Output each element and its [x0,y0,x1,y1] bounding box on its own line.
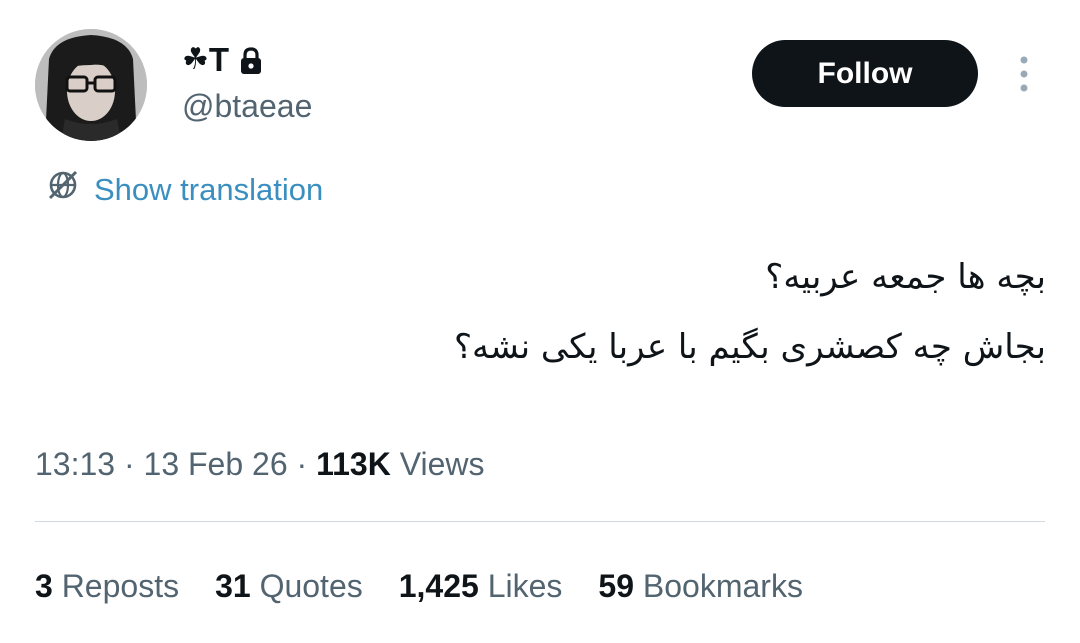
reposts-stat[interactable]: 3 Reposts [35,566,179,606]
tweet-date[interactable]: 13 Feb 26 [144,446,288,482]
globe-slash-icon [46,168,80,212]
likes-label: Likes [478,568,563,604]
views-count: 113K [316,446,391,482]
show-translation-label[interactable]: Show translation [94,170,323,210]
tweet-meta: 13:13 · 13 Feb 26 · 113K Views [35,444,484,484]
quotes-stat[interactable]: 31 Quotes [215,566,363,606]
display-name[interactable]: T [209,40,229,80]
tweet-line: بچه ها جمعه عربیه؟ [765,257,1046,297]
likes-stat[interactable]: 1,425 Likes [399,566,563,606]
tweet-text: بچه ها جمعه عربیه؟ بجاش چه کصشری بگیم با… [46,254,1046,394]
tweet-line: بجاش چه کصشری بگیم با عربا یکی نشه؟ [453,327,1046,367]
avatar-photo [35,29,147,141]
divider [35,521,1045,522]
bookmarks-count: 59 [598,568,634,604]
quotes-label: Quotes [250,568,363,604]
likes-count: 1,425 [398,568,479,604]
bookmarks-label: Bookmarks [634,568,803,604]
bookmarks-stat[interactable]: 59 Bookmarks [598,566,803,606]
avatar[interactable] [35,29,147,141]
display-name-row[interactable]: ☘ T [182,40,263,80]
more-vertical-icon[interactable] [1011,54,1037,94]
meta-separator: · [115,446,144,482]
follow-button[interactable]: Follow [752,40,978,107]
reposts-label: Reposts [52,568,180,604]
user-handle[interactable]: @btaeae [182,86,312,126]
show-translation-link[interactable]: Show translation [46,168,323,212]
tweet-time[interactable]: 13:13 [35,446,115,482]
views-label: Views [390,446,485,482]
clover-symbol: ☘ [182,43,209,76]
meta-separator: · [287,446,317,482]
reposts-count: 3 [35,568,53,604]
engagement-stats: 3 Reposts 31 Quotes 1,425 Likes 59 Bookm… [35,566,803,606]
lock-icon [239,45,263,75]
quotes-count: 31 [215,568,251,604]
